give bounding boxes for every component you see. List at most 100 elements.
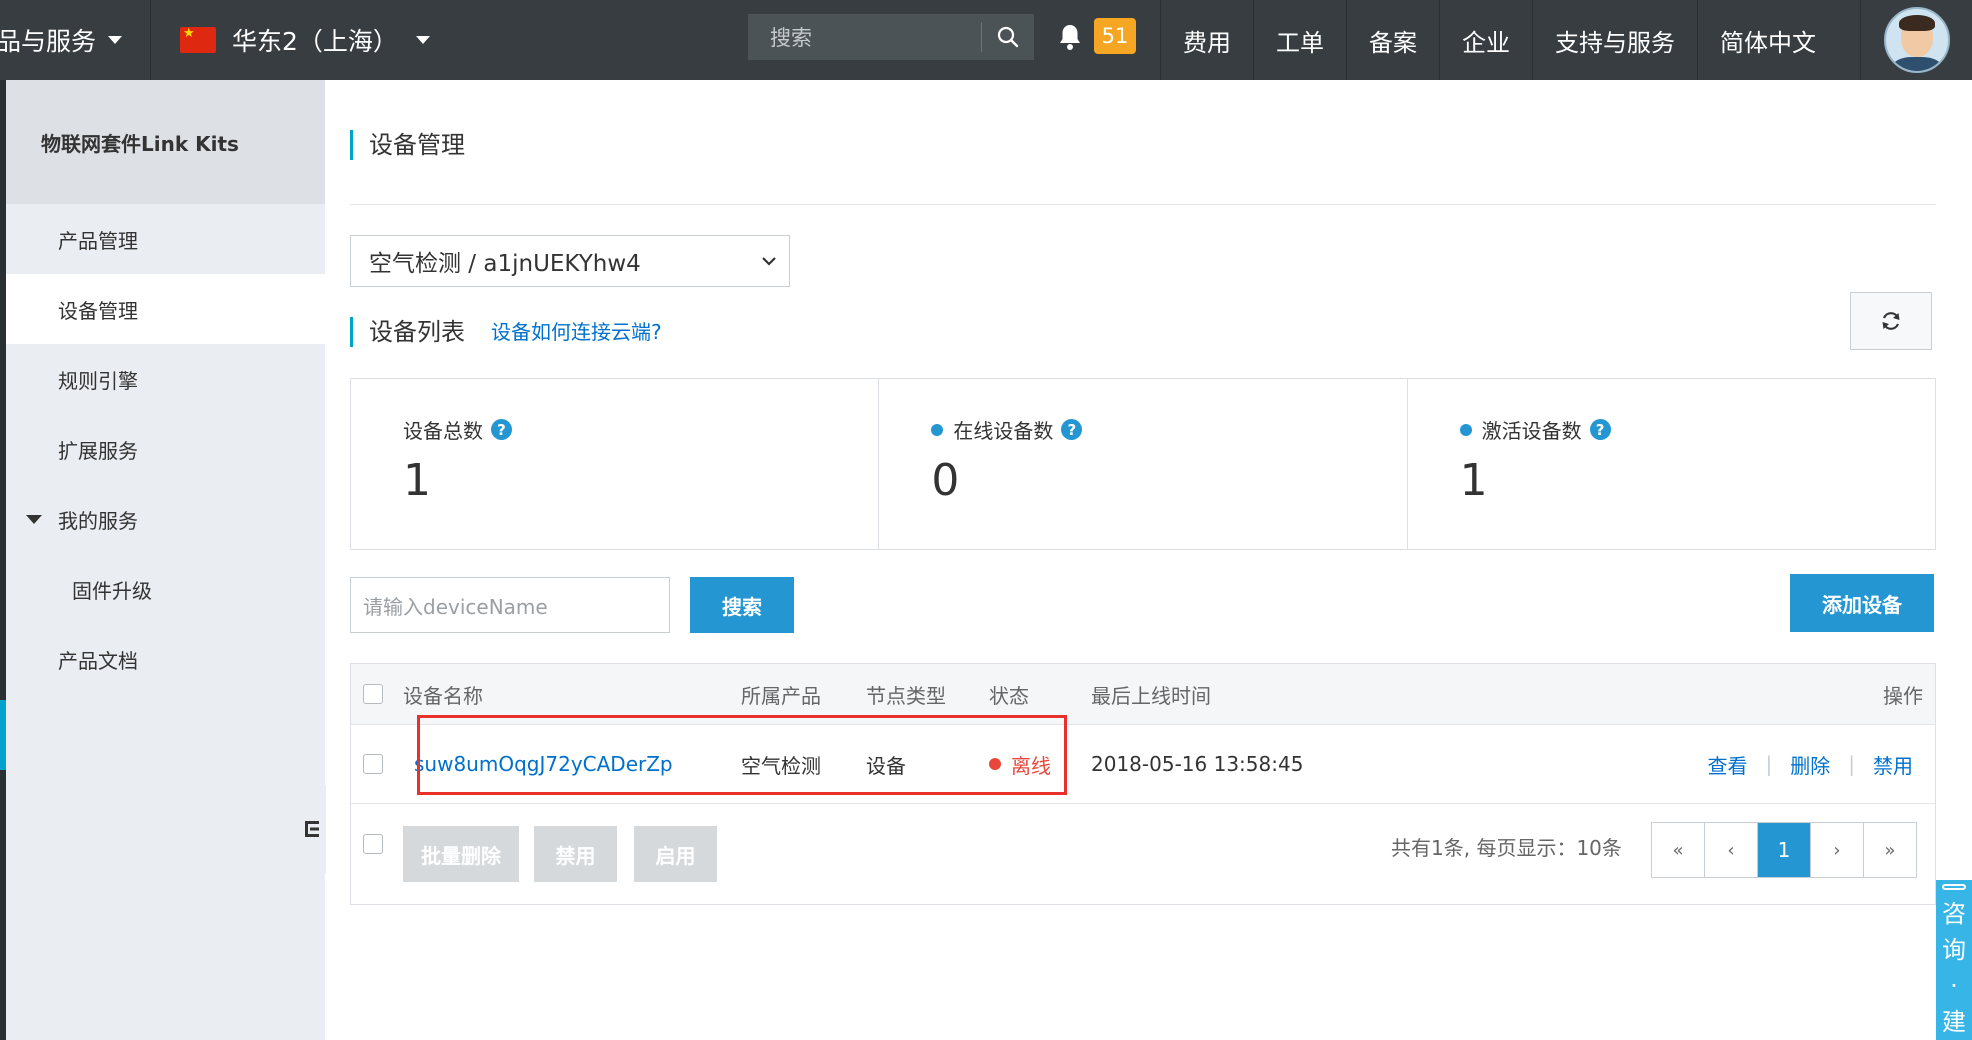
sidebar-collapse-toggle[interactable] (300, 785, 326, 873)
sidebar-item-label: 设备管理 (58, 298, 138, 323)
device-name-search-input[interactable]: 请输入deviceName (350, 577, 670, 633)
next-page-button[interactable]: › (1811, 823, 1864, 877)
sidebar-item-label: 扩展服务 (58, 438, 138, 463)
divider: | (1765, 752, 1773, 776)
sidebar-item-label: 规则引擎 (58, 368, 138, 393)
nav-icp-filing[interactable]: 备案 (1346, 0, 1439, 80)
sidebar-item-firmware-upgrade[interactable]: 固件升级 (6, 554, 325, 624)
refresh-button[interactable] (1850, 292, 1932, 350)
help-icon[interactable]: ? (1589, 419, 1611, 440)
sidebar-item-extension-services[interactable]: 扩展服务 (6, 414, 325, 484)
device-table: 设备名称 所属产品 节点类型 状态 最后上线时间 操作 suw8umOqgJ72… (350, 663, 1936, 905)
device-stats: 设备总数? 1 在线设备数? 0 激活设备数? 1 (350, 378, 1936, 550)
device-last-online: 2018-05-16 13:58:45 (1091, 752, 1304, 776)
prev-page-button[interactable]: ‹ (1705, 823, 1758, 877)
product-select[interactable]: 空气检测 / a1jnUEKYhw4 (350, 235, 790, 287)
products-services-label: 品与服务 (0, 27, 97, 56)
stat-value: 1 (403, 455, 431, 506)
sidebar-item-label: 固件升级 (72, 578, 152, 603)
column-header-actions: 操作 (1883, 683, 1923, 708)
search-icon[interactable] (982, 14, 1034, 60)
divider: | (1848, 752, 1855, 776)
sidebar-item-label: 产品管理 (58, 228, 138, 253)
footer-select-checkbox[interactable] (363, 834, 383, 854)
refresh-icon (1882, 312, 1900, 330)
first-page-button[interactable]: « (1652, 823, 1705, 877)
sidebar-edge-accent (0, 700, 6, 770)
table-footer: 批量删除 禁用 启用 共有1条, 每页显示：10条 « ‹ 1 › » (351, 804, 1935, 904)
sidebar-item-product-management[interactable]: 产品管理 (6, 204, 325, 274)
caret-down-icon (108, 36, 123, 44)
view-link[interactable]: 查看 (1708, 750, 1748, 779)
help-icon[interactable]: ? (491, 419, 512, 440)
collapse-menu-icon (305, 821, 319, 837)
sidebar-item-label: 产品文档 (58, 648, 138, 673)
consult-char: 询 (1942, 936, 1966, 964)
top-navigation-bar: 品与服务 华东2（上海） 搜索 51 费用 工单 备案 企业 支持与服务 简体中… (0, 0, 1972, 80)
user-menu[interactable] (1860, 0, 1972, 80)
chat-icon (1942, 884, 1966, 890)
main-content: 设备管理 空气检测 / a1jnUEKYhw4 设备列表 设备如何连接云端? 设… (350, 80, 1936, 1040)
page-title: 设备管理 (350, 130, 465, 160)
add-device-button[interactable]: 添加设备 (1790, 574, 1934, 632)
nav-enterprise[interactable]: 企业 (1439, 0, 1532, 80)
sidebar-item-my-services[interactable]: 我的服务 (6, 484, 325, 554)
last-page-button[interactable]: » (1864, 823, 1916, 877)
stat-label: 激活设备数 (1481, 419, 1582, 443)
top-nav-links: 费用 工单 备案 企业 支持与服务 简体中文 (1160, 0, 1838, 80)
china-flag-icon (180, 26, 216, 53)
bell-icon[interactable] (1058, 20, 1082, 54)
sidebar-item-rules-engine[interactable]: 规则引擎 (6, 344, 325, 414)
disable-link[interactable]: 禁用 (1873, 750, 1913, 779)
status-dot (1459, 423, 1472, 436)
consult-char: 咨 (1942, 900, 1966, 928)
triangle-down-icon (26, 515, 42, 524)
bulk-delete-button[interactable]: 批量删除 (403, 826, 519, 882)
connect-help-link[interactable]: 设备如何连接云端? (491, 317, 662, 347)
highlight-box (417, 715, 1067, 795)
divider (350, 204, 1936, 205)
help-icon[interactable]: ? (1061, 419, 1083, 440)
sidebar-item-label: 我的服务 (58, 508, 138, 533)
sidebar-item-product-docs[interactable]: 产品文档 (6, 624, 325, 694)
row-actions: 查看 | 删除 | 禁用 (1708, 725, 1914, 803)
notification-badge[interactable]: 51 (1094, 18, 1136, 54)
column-header-last-online: 最后上线时间 (1091, 683, 1211, 708)
stat-value: 1 (1459, 455, 1488, 506)
row-checkbox[interactable] (363, 754, 383, 774)
stat-online-devices: 在线设备数? 0 (879, 379, 1408, 549)
nav-language[interactable]: 简体中文 (1697, 0, 1838, 80)
sidebar-title: 物联网套件Link Kits (6, 80, 325, 204)
delete-link[interactable]: 删除 (1790, 750, 1830, 779)
select-all-checkbox[interactable] (363, 684, 383, 704)
stat-label: 设备总数 (403, 419, 483, 443)
nav-support[interactable]: 支持与服务 (1532, 0, 1697, 80)
global-search-input[interactable]: 搜索 (748, 22, 981, 52)
consult-char: 建 (1942, 1008, 1966, 1036)
sidebar-title-label: 物联网套件Link Kits (41, 131, 239, 156)
device-list-title: 设备列表 (369, 318, 465, 346)
nav-tickets[interactable]: 工单 (1253, 0, 1346, 80)
chevron-down-icon (749, 256, 789, 266)
pagination: « ‹ 1 › » (1651, 822, 1917, 878)
global-search[interactable]: 搜索 (748, 14, 1034, 60)
bulk-disable-button[interactable]: 禁用 (534, 826, 617, 882)
products-services-menu[interactable]: 品与服务 (0, 0, 151, 80)
region-selector[interactable]: 华东2（上海） (180, 0, 430, 80)
avatar[interactable] (1884, 7, 1950, 73)
pagination-info: 共有1条, 每页显示：10条 (1391, 836, 1622, 860)
search-button[interactable]: 搜索 (690, 577, 794, 633)
sidebar-item-device-management[interactable]: 设备管理 (6, 274, 325, 344)
current-page-button[interactable]: 1 (1758, 823, 1811, 877)
region-label: 华东2（上海） (232, 27, 398, 56)
consult-char: · (1950, 972, 1958, 1000)
status-dot (931, 423, 944, 436)
device-list-heading: 设备列表 设备如何连接云端? (350, 317, 662, 347)
consult-widget[interactable]: 咨 询 · 建 (1936, 880, 1972, 1040)
bulk-enable-button[interactable]: 启用 (634, 826, 717, 882)
product-select-value: 空气检测 / a1jnUEKYhw4 (369, 251, 641, 277)
stat-total-devices: 设备总数? 1 (351, 379, 880, 549)
nav-billing[interactable]: 费用 (1160, 0, 1253, 80)
stat-activated-devices: 激活设备数? 1 (1408, 379, 1935, 549)
sidebar: 物联网套件Link Kits 产品管理 设备管理 规则引擎 扩展服务 我的服务 … (0, 80, 326, 1040)
